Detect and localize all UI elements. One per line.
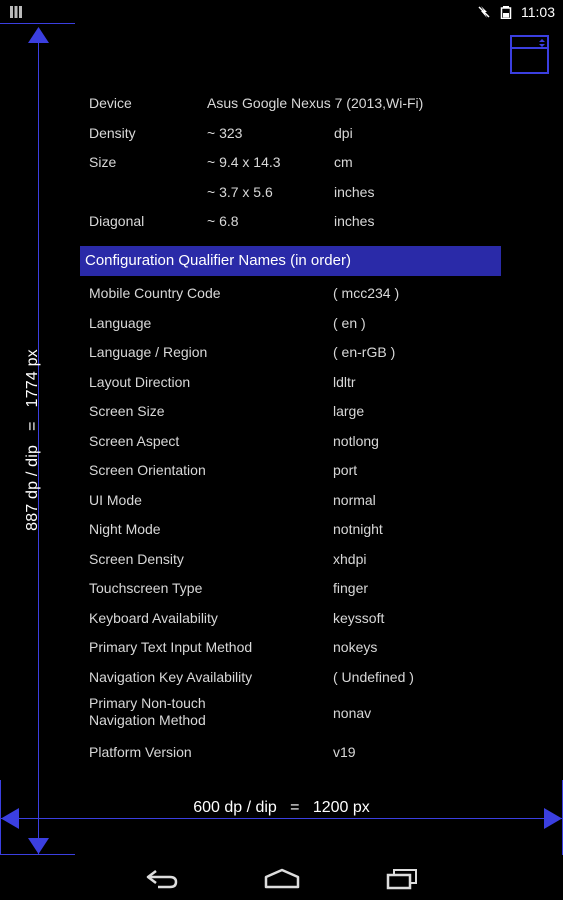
- qualifier-name: UI Mode: [89, 491, 142, 508]
- qualifier-name: Screen Size: [89, 403, 165, 419]
- qualifier-value: notlong: [333, 432, 379, 449]
- qualifier-name: Keyboard Availability: [89, 609, 218, 626]
- window-menu-icon[interactable]: [510, 35, 549, 74]
- status-right: 11:03: [477, 4, 555, 20]
- qualifier-name: Language / Region: [89, 344, 208, 360]
- info-row-size-inches: ~ 3.7 x 5.6 inches: [89, 179, 509, 209]
- info-value: ~ 9.4 x 14.3: [207, 154, 281, 170]
- info-unit: inches: [334, 183, 375, 200]
- arrow-up-icon: [28, 27, 49, 43]
- qualifier-value: normal: [333, 491, 376, 508]
- qualifier-row: Screen Orientation port: [89, 457, 509, 487]
- qualifier-value: ldltr: [333, 373, 356, 390]
- recents-icon: [386, 869, 417, 890]
- vertical-dimension-label: 887 dp / dip = 1774 px: [24, 349, 41, 531]
- status-time: 11:03: [521, 4, 555, 20]
- qualifier-name: Primary Text Input Method: [89, 639, 253, 655]
- qualifier-value: finger: [333, 580, 369, 596]
- qualifier-name: Platform Version: [89, 744, 192, 760]
- info-unit: inches: [334, 213, 375, 229]
- qualifier-row: UI Mode normal: [89, 487, 509, 517]
- info-value: ~ 3.7 x 5.6: [207, 183, 273, 200]
- horizontal-dimension-label: 600 dp / dip = 1200 px: [193, 799, 370, 816]
- qualifier-name: Screen Orientation: [89, 462, 206, 478]
- qualifier-row: Screen Density xhdpi: [89, 546, 509, 576]
- info-value: ~ 6.8: [207, 213, 239, 229]
- home-icon: [264, 868, 300, 889]
- qualifier-value: nonav: [333, 705, 372, 721]
- info-label: Density: [89, 124, 136, 141]
- info-row-device: Device Asus Google Nexus 7 (2013,Wi-Fi): [89, 90, 509, 120]
- qualifier-row: Touchscreen Type finger: [89, 575, 509, 605]
- vertical-guide-top-tick: [0, 23, 75, 24]
- arrow-down-icon: [28, 838, 49, 854]
- qualifier-value: ( en-rGB ): [333, 344, 396, 360]
- qualifier-list: Mobile Country Code ( mcc234 ) Language …: [89, 280, 509, 769]
- qualifier-value: ( en ): [333, 314, 366, 331]
- section-header: Configuration Qualifier Names (in order): [80, 246, 501, 276]
- horizontal-guide-line: [0, 818, 563, 819]
- back-icon: [146, 870, 178, 889]
- qualifier-name: Navigation Key Availability: [89, 668, 253, 685]
- info-unit: dpi: [334, 124, 353, 141]
- qualifier-row: Night Mode notnight: [89, 516, 509, 546]
- qualifier-value: large: [333, 403, 365, 419]
- qualifier-value: ( Undefined ): [333, 668, 414, 685]
- qualifier-value: v19: [333, 744, 356, 760]
- info-unit: cm: [334, 154, 353, 170]
- qualifier-value: nokeys: [333, 639, 378, 655]
- qualifier-row: Language ( en ): [89, 310, 509, 340]
- qualifier-row: Keyboard Availability keyssoft: [89, 605, 509, 635]
- qualifier-name: Layout Direction: [89, 373, 191, 390]
- qualifier-row: Primary Text Input Method nokeys: [89, 634, 509, 664]
- info-row-density: Density ~ 323 dpi: [89, 120, 509, 150]
- battery-icon: [500, 6, 512, 19]
- qualifier-name: Night Mode: [89, 521, 161, 537]
- qualifier-row: Navigation Key Availability ( Undefined …: [89, 664, 509, 694]
- info-row-size-cm: Size ~ 9.4 x 14.3 cm: [89, 149, 509, 179]
- grid-icon: [10, 6, 22, 18]
- qualifier-name: Language: [89, 314, 152, 331]
- qualifier-value: ( mcc234 ): [333, 285, 400, 301]
- qualifier-row: Language / Region ( en-rGB ): [89, 339, 509, 369]
- qualifier-row: Screen Aspect notlong: [89, 428, 509, 458]
- info-value: Asus Google Nexus 7 (2013,Wi-Fi): [207, 95, 424, 111]
- recents-button[interactable]: [382, 867, 422, 891]
- qualifier-name: Touchscreen Type: [89, 580, 203, 596]
- info-row-diagonal: Diagonal ~ 6.8 inches: [89, 208, 509, 238]
- device-info-table: Device Asus Google Nexus 7 (2013,Wi-Fi) …: [89, 90, 509, 238]
- no-data-icon: [478, 6, 490, 18]
- qualifier-row: Primary Non-touch Navigation Method nona…: [89, 693, 509, 739]
- home-button[interactable]: [262, 867, 302, 891]
- info-label: Diagonal: [89, 213, 145, 229]
- back-button[interactable]: [142, 867, 182, 891]
- qualifier-value: xhdpi: [333, 550, 367, 567]
- qualifier-name: Primary Non-touch Navigation Method: [89, 695, 206, 728]
- qualifier-value: notnight: [333, 521, 383, 537]
- info-value: ~ 323: [207, 124, 243, 141]
- info-label: Size: [89, 154, 117, 170]
- info-label: Device: [89, 95, 132, 111]
- qualifier-value: keyssoft: [333, 609, 385, 626]
- qualifier-row: Mobile Country Code ( mcc234 ): [89, 280, 509, 310]
- qualifier-row: Platform Version v19: [89, 739, 509, 769]
- qualifier-value: port: [333, 462, 358, 478]
- qualifier-name: Screen Aspect: [89, 432, 180, 449]
- qualifier-row: Screen Size large: [89, 398, 509, 428]
- qualifier-row: Layout Direction ldltr: [89, 369, 509, 399]
- qualifier-name: Screen Density: [89, 550, 184, 567]
- qualifier-name: Mobile Country Code: [89, 285, 221, 301]
